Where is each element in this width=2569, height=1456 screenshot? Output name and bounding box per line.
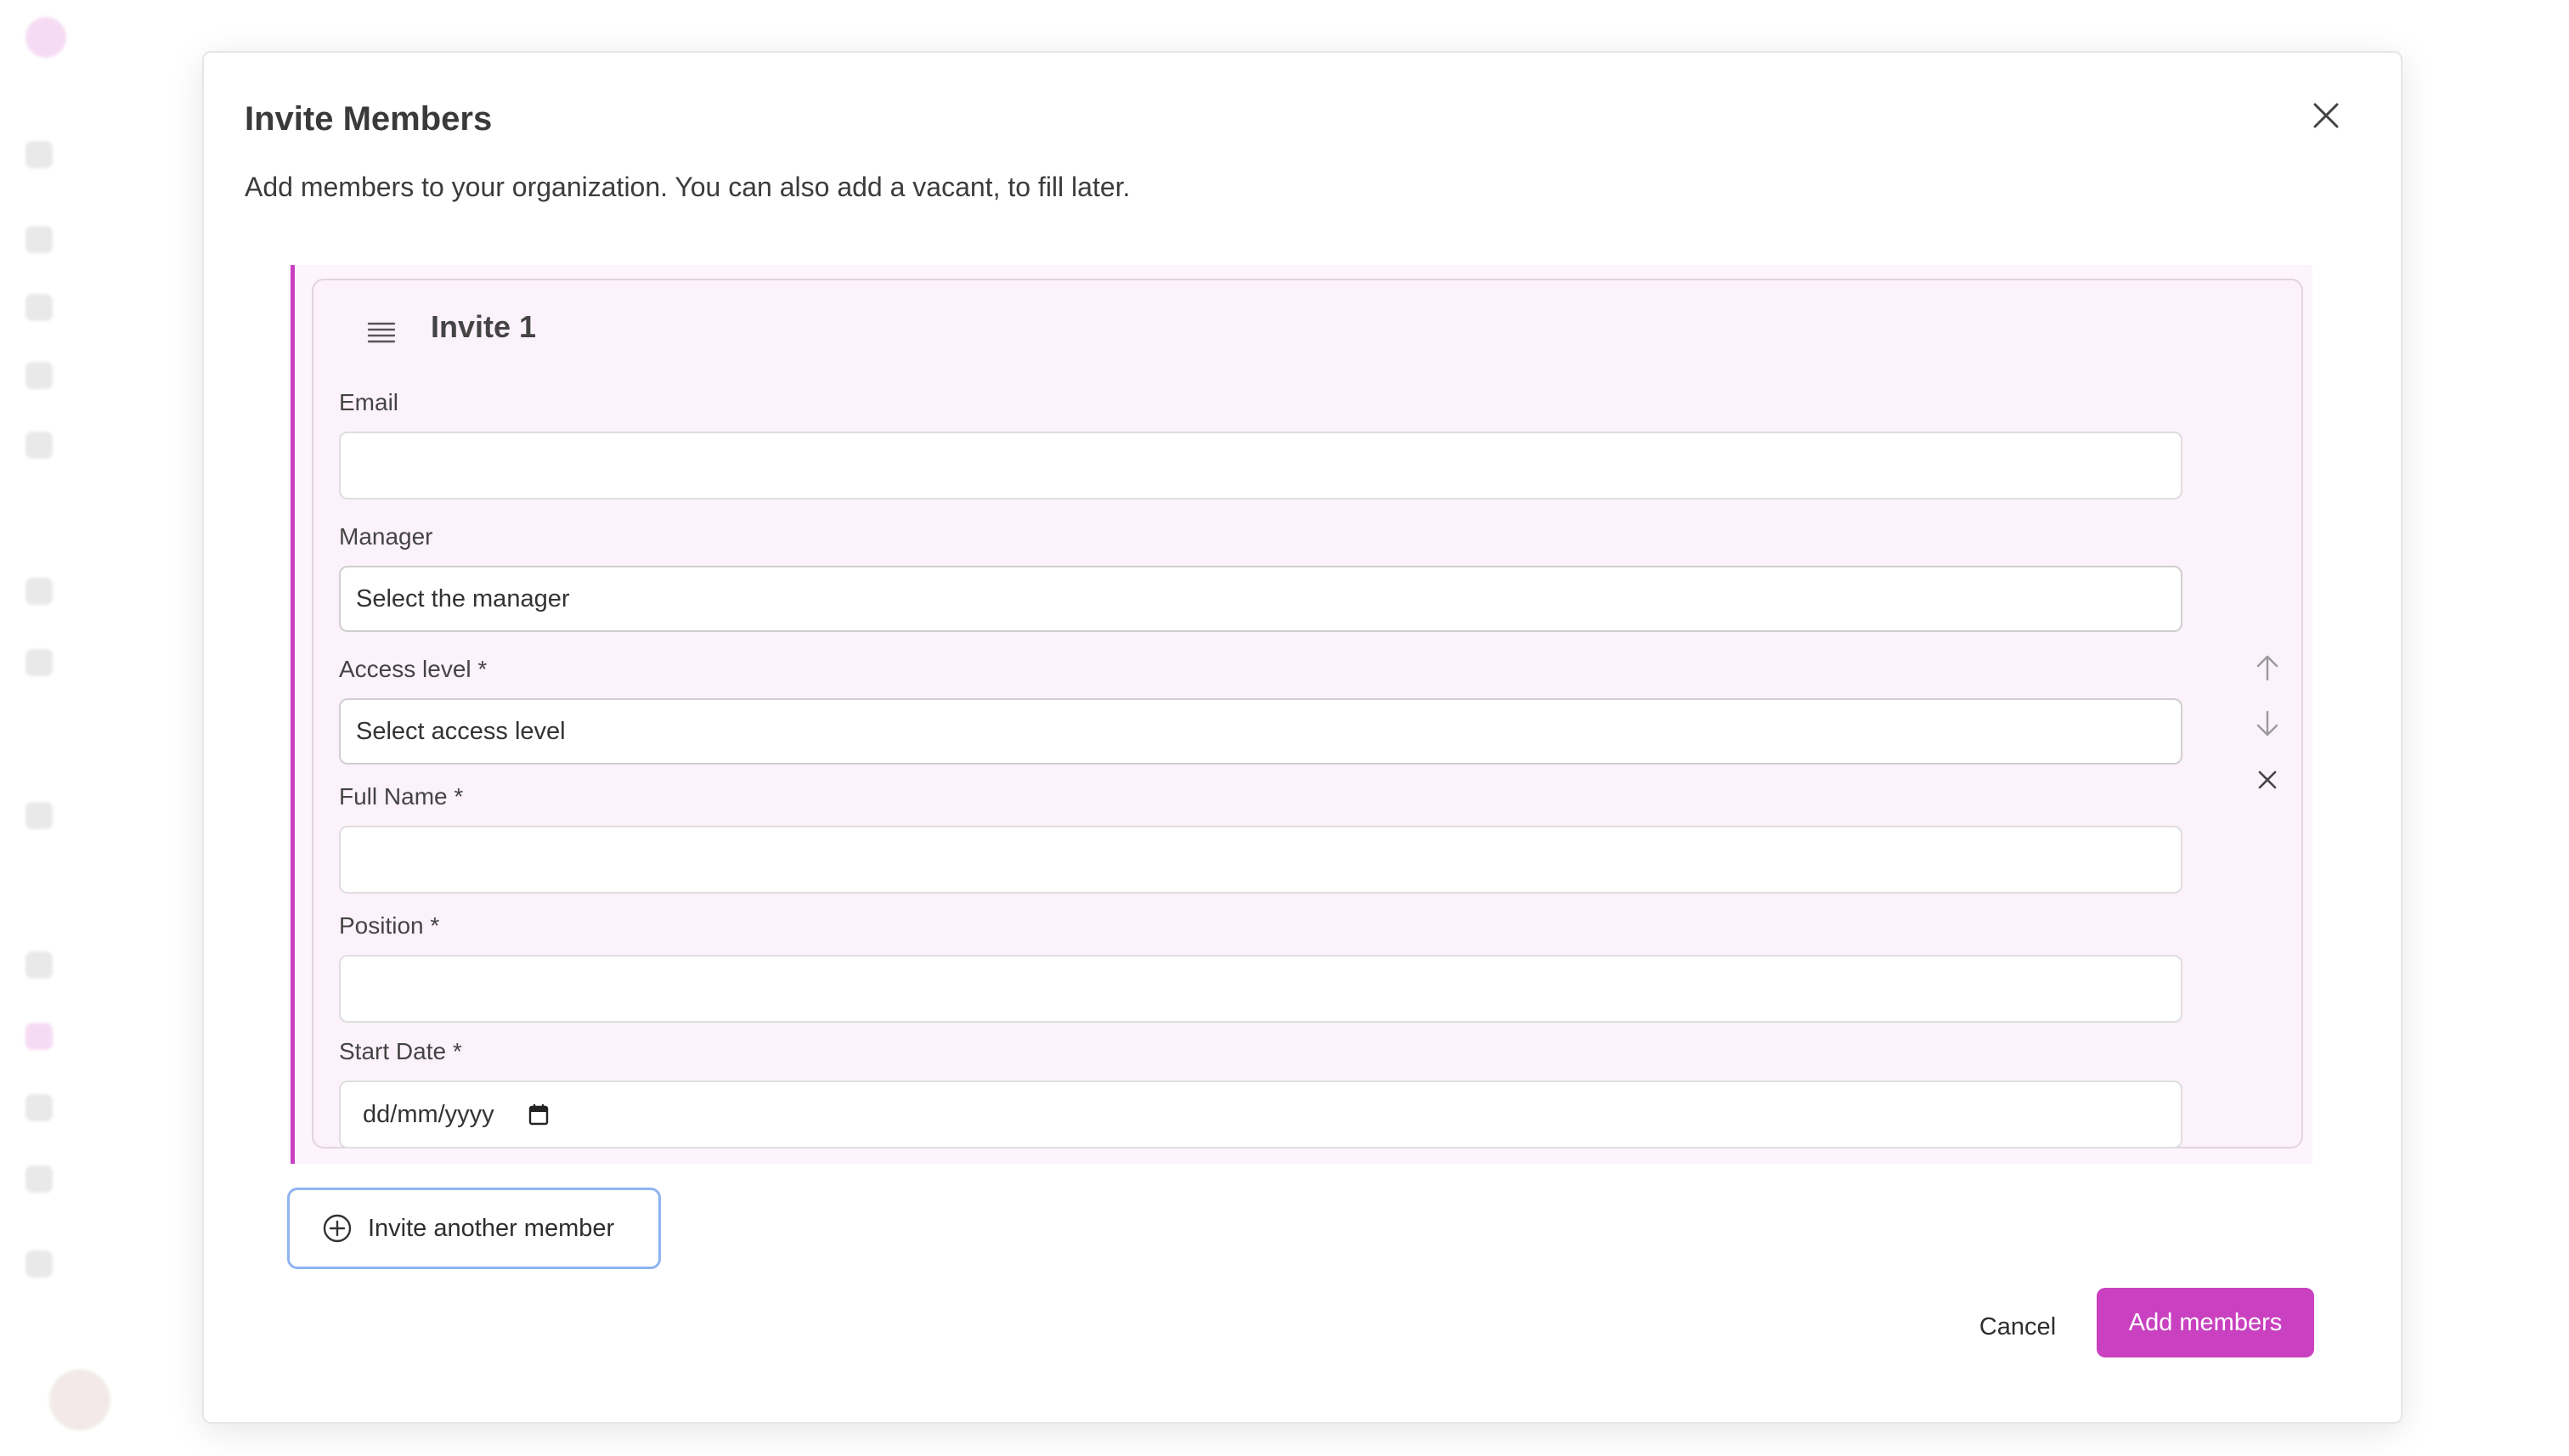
full-name-field[interactable] — [339, 826, 2182, 894]
plus-circle-icon — [323, 1214, 352, 1243]
manager-label: Manager — [339, 523, 433, 550]
background-nav-item — [25, 951, 53, 979]
full-name-label: Full Name * — [339, 783, 464, 810]
cancel-button[interactable]: Cancel — [1954, 1293, 2081, 1361]
manager-select-placeholder: Select the manager — [356, 584, 570, 612]
invite-members-modal: Invite Members Add members to your organ… — [202, 51, 2402, 1424]
remove-invite-button[interactable] — [2249, 761, 2286, 799]
invite-another-member-button[interactable]: Invite another member — [287, 1188, 661, 1269]
background-nav-item — [25, 1165, 53, 1193]
position-label: Position * — [339, 912, 440, 939]
modal-title: Invite Members — [245, 100, 493, 138]
email-field[interactable] — [339, 432, 2182, 499]
move-down-button[interactable] — [2249, 705, 2286, 742]
background-nav-item — [25, 432, 53, 459]
drag-handle[interactable] — [363, 314, 400, 352]
nav-icon — [25, 294, 53, 321]
nav-icon — [25, 578, 53, 605]
add-members-button[interactable]: Add members — [2097, 1288, 2314, 1357]
arrow-up-icon — [2256, 655, 2278, 681]
background-brand — [25, 17, 66, 58]
access-level-label: Access level * — [339, 656, 488, 682]
arrow-down-icon — [2256, 710, 2278, 736]
background-nav-item — [25, 362, 53, 389]
close-icon — [2313, 103, 2339, 128]
nav-icon — [25, 1165, 53, 1193]
nav-icon — [25, 432, 53, 459]
nav-icon — [25, 362, 53, 389]
drag-handle-icon — [367, 322, 396, 343]
start-date-label: Start Date * — [339, 1038, 462, 1064]
search-icon — [25, 141, 53, 168]
invite-card: Invite 1 Email Manager Select the manage… — [312, 279, 2303, 1148]
modal-close-button[interactable] — [2302, 92, 2350, 139]
nav-icon — [25, 951, 53, 979]
nav-icon — [25, 1250, 53, 1278]
calendar-icon[interactable] — [528, 1103, 549, 1126]
access-level-select-placeholder: Select access level — [356, 717, 566, 745]
brand-logo — [25, 17, 66, 58]
move-up-button[interactable] — [2249, 649, 2286, 686]
nav-icon — [25, 802, 53, 829]
invite-another-member-label: Invite another member — [368, 1214, 615, 1242]
invite-title: Invite 1 — [431, 309, 537, 344]
background-nav-item — [25, 294, 53, 321]
nav-icon — [25, 1094, 53, 1121]
background-nav-item-active — [25, 1023, 53, 1050]
invite-item: Invite 1 Email Manager Select the manage… — [291, 265, 2312, 1164]
background-nav-item — [25, 578, 53, 605]
background-nav-item — [25, 226, 53, 253]
nav-icon — [25, 1023, 53, 1050]
background-nav-item — [25, 1094, 53, 1121]
start-date-field[interactable]: dd/mm/yyyy — [339, 1081, 2182, 1148]
background-search — [25, 141, 53, 168]
close-icon — [2258, 770, 2277, 789]
background-nav-item — [25, 1250, 53, 1278]
nav-icon — [25, 226, 53, 253]
email-label: Email — [339, 389, 399, 415]
manager-select[interactable]: Select the manager — [339, 566, 2182, 632]
start-date-placeholder: dd/mm/yyyy — [363, 1100, 494, 1128]
background-nav-item — [25, 649, 53, 676]
avatar — [49, 1369, 110, 1431]
position-field[interactable] — [339, 955, 2182, 1023]
nav-icon — [25, 649, 53, 676]
access-level-select[interactable]: Select access level — [339, 698, 2182, 765]
background-nav-item — [25, 802, 53, 829]
modal-description: Add members to your organization. You ca… — [245, 172, 1131, 202]
